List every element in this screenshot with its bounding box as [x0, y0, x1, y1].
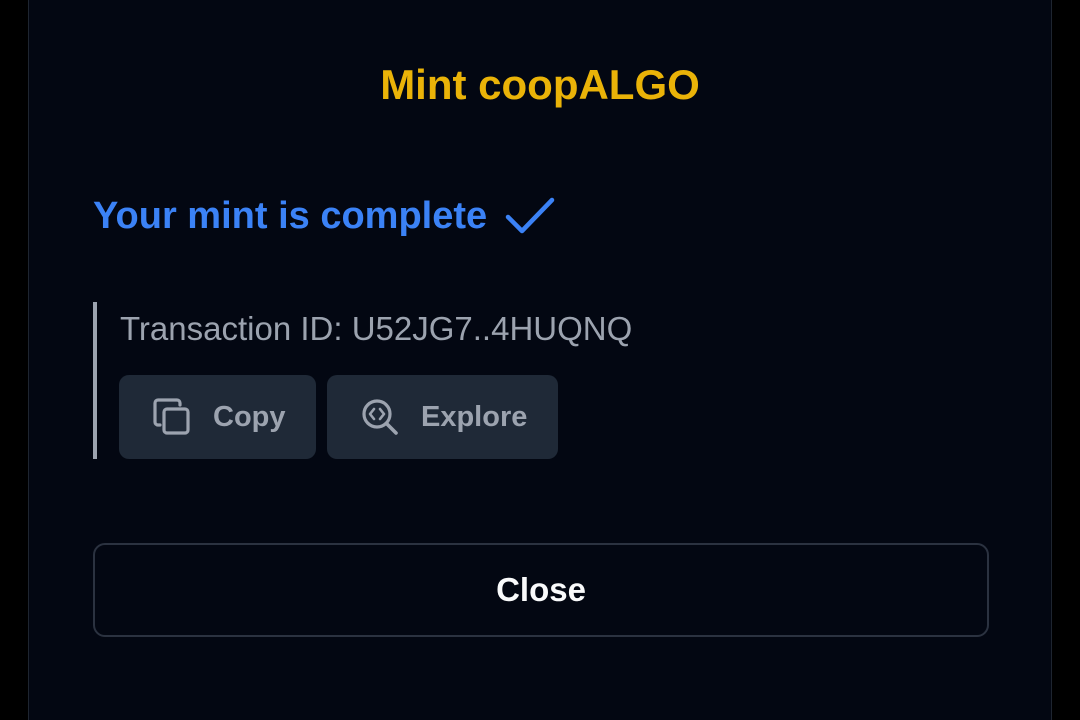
mint-status: Your mint is complete [93, 192, 555, 240]
explore-search-icon [359, 396, 401, 438]
transaction-block: Transaction ID: U52JG7..4HUQNQ Copy Expl… [93, 302, 693, 459]
copy-icon [151, 396, 193, 438]
explore-button[interactable]: Explore [327, 375, 558, 459]
close-label: Close [496, 571, 586, 608]
copy-button[interactable]: Copy [119, 375, 316, 459]
copy-label: Copy [213, 400, 286, 433]
transaction-id: Transaction ID: U52JG7..4HUQNQ [120, 310, 633, 347]
status-text: Your mint is complete [93, 195, 488, 237]
modal-title: Mint coopALGO [380, 61, 700, 108]
mint-modal: Mint coopALGO Your mint is complete Tran… [28, 0, 1052, 720]
close-button[interactable]: Close [93, 543, 989, 637]
explore-label: Explore [421, 400, 528, 433]
checkmark-icon [505, 196, 555, 236]
